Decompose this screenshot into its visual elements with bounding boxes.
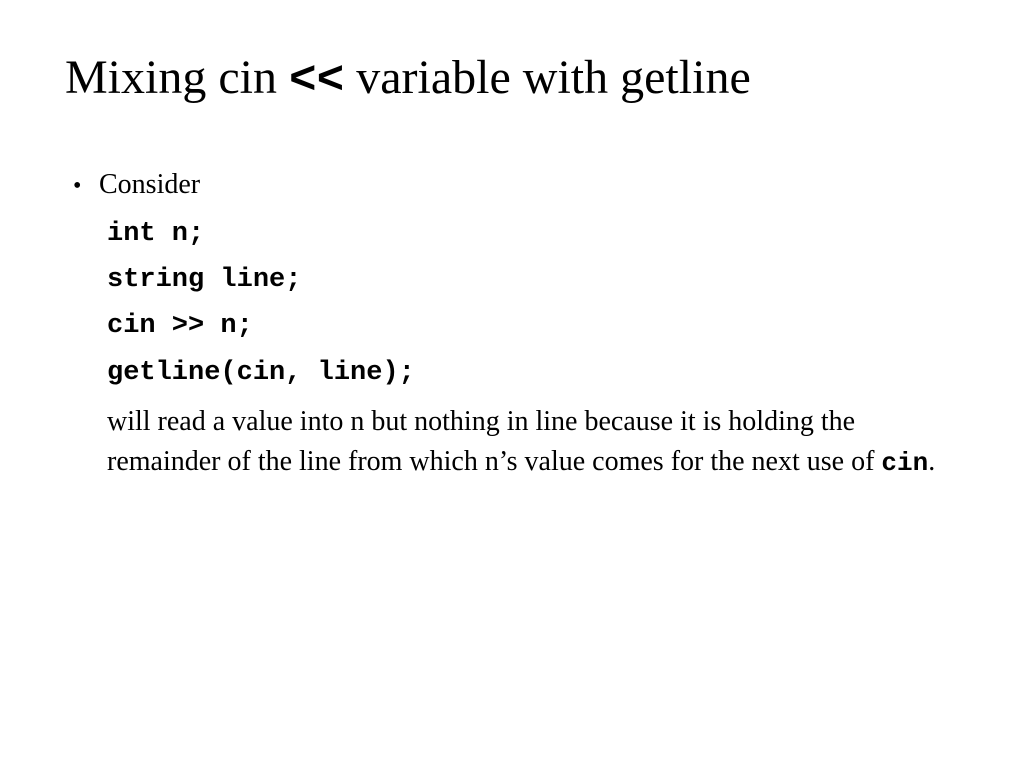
code-line-4: getline(cin, line); [107, 354, 959, 392]
explanation-text-2: . [928, 446, 935, 477]
explanation-paragraph: will read a value into n but nothing in … [107, 402, 959, 482]
slide-body: • Consider int n; string line; cin >> n;… [65, 165, 959, 482]
title-post: variable with getline [344, 51, 751, 104]
explanation-text-1: will read a value into n but nothing in … [107, 406, 881, 477]
title-operator: << [289, 55, 344, 107]
code-line-3: cin >> n; [107, 307, 959, 345]
bullet-marker: • [65, 169, 99, 203]
bullet-item: • Consider [65, 165, 959, 205]
code-line-1: int n; [107, 215, 959, 253]
title-pre: Mixing cin [65, 51, 289, 104]
code-line-2: string line; [107, 261, 959, 299]
slide-title: Mixing cin << variable with getline [65, 50, 959, 107]
bullet-text: Consider [99, 165, 959, 205]
explanation-code-word: cin [881, 448, 928, 478]
